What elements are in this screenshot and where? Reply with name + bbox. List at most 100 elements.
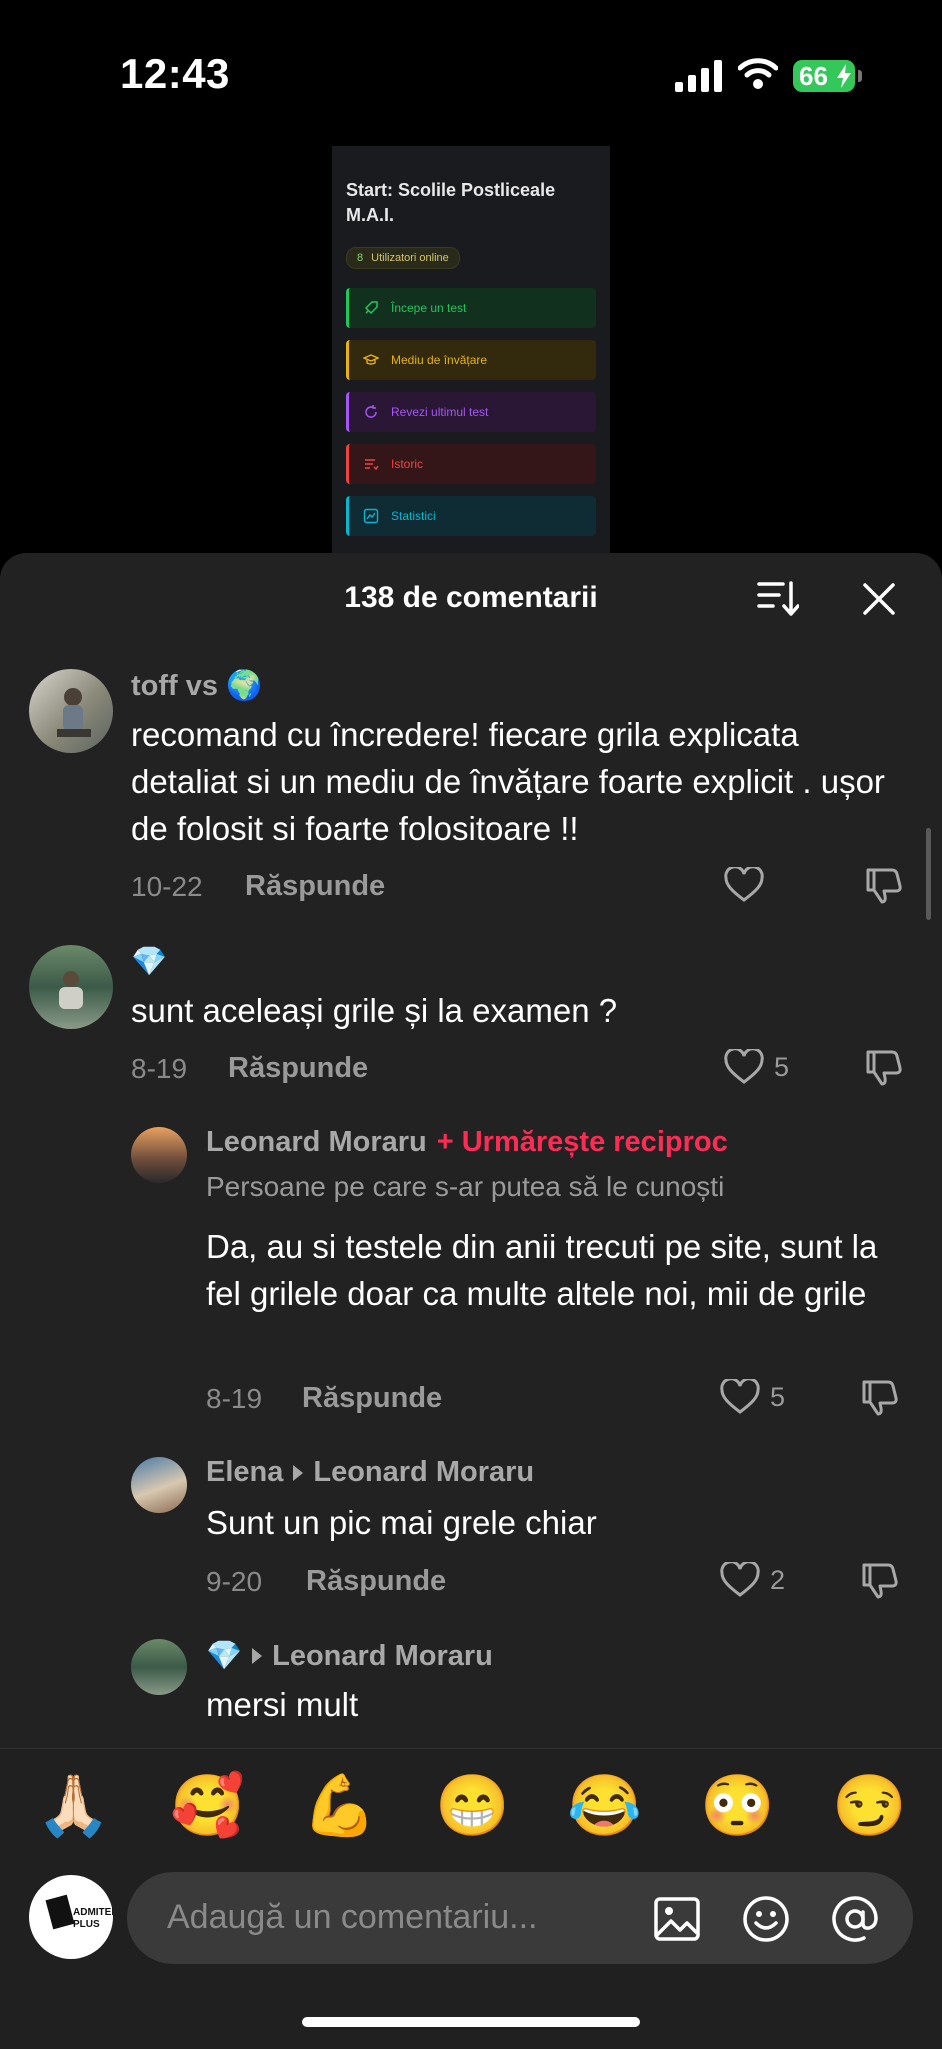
comment-text: recomand cu încredere! fiecare grila exp… xyxy=(131,716,885,847)
sort-icon[interactable] xyxy=(757,580,799,618)
reply-username[interactable]: 💎 xyxy=(206,1639,242,1673)
like-button[interactable]: 5 xyxy=(724,1049,789,1085)
reply-to-username[interactable]: Leonard Moraru xyxy=(272,1640,493,1673)
avatar[interactable] xyxy=(131,1639,187,1695)
reply-date: 9-20 xyxy=(206,1566,263,1597)
preview-item-label: Istoric xyxy=(391,457,424,471)
reply-username-row: Elena Leonard Moraru xyxy=(206,1456,534,1489)
reply-text: mersi mult xyxy=(206,1686,359,1723)
follow-back-button[interactable]: + Urmărește reciproc xyxy=(437,1126,728,1159)
like-count: 2 xyxy=(770,1564,786,1595)
home-indicator[interactable] xyxy=(302,2017,640,2027)
preview-item-label: Mediu de învățare xyxy=(391,353,488,367)
comment-input-placeholder: Adaugă un comentariu... xyxy=(167,1898,538,1936)
online-count: 8 xyxy=(357,252,364,264)
emoji-smirking[interactable]: 😏 xyxy=(832,1771,907,1841)
dislike-icon[interactable] xyxy=(860,1378,900,1418)
comment-username[interactable]: toff vs 🌍 xyxy=(131,669,262,703)
person-photo xyxy=(57,688,91,737)
dislike-icon[interactable] xyxy=(860,1561,900,1601)
like-count: 5 xyxy=(770,1381,786,1412)
svg-text:ADMITERE: ADMITERE xyxy=(73,1907,113,1918)
online-label: Utilizatori online xyxy=(371,252,449,264)
sheet-header: 138 de comentarii xyxy=(0,553,942,643)
reply-username-row: 💎 Leonard Moraru xyxy=(206,1639,493,1673)
reply-button[interactable]: Răspunde xyxy=(306,1565,446,1598)
comment-input[interactable]: Adaugă un comentariu... xyxy=(127,1872,913,1964)
graduation-cap-icon xyxy=(363,354,379,365)
list-icon xyxy=(365,459,379,471)
preview-item-label: Revezi ultimul test xyxy=(391,405,489,419)
status-bar: 12:43 66 xyxy=(0,0,942,150)
like-button[interactable]: 5 xyxy=(720,1379,785,1415)
battery-cap xyxy=(858,70,862,82)
reply-to-username[interactable]: Leonard Moraru xyxy=(313,1456,534,1489)
status-time: 12:43 xyxy=(120,50,230,97)
charging-bolt-icon xyxy=(837,64,851,88)
reply-arrow-icon xyxy=(293,1464,304,1481)
cellular-signal-icon xyxy=(675,60,722,92)
reply-username-row: Leonard Moraru + Urmărește reciproc xyxy=(206,1126,728,1159)
emoji-tears-of-joy[interactable]: 😂 xyxy=(567,1771,642,1841)
heart-icon xyxy=(720,1562,760,1597)
emoji-picker-icon[interactable] xyxy=(742,1895,790,1943)
preview-item-stats: Statistici xyxy=(346,496,596,536)
reply-text: Da, au si testele din anii trecuti pe si… xyxy=(206,1228,878,1312)
battery-level: 66 xyxy=(799,60,828,91)
reply-button[interactable]: Răspunde xyxy=(245,870,385,903)
emoji-flexed-biceps[interactable]: 💪 xyxy=(302,1771,377,1841)
reply-text: Sunt un pic mai grele chiar xyxy=(206,1504,597,1541)
video-preview[interactable]: Start: Scolile Postliceale M.A.I. 8 Util… xyxy=(332,146,610,554)
reply-username[interactable]: Elena xyxy=(206,1456,283,1489)
emoji-smiling-hearts[interactable]: 🥰 xyxy=(170,1771,245,1841)
reply-username[interactable]: Leonard Moraru xyxy=(206,1126,427,1159)
suggestion-note: Persoane pe care s-ar putea să le cunoșt… xyxy=(206,1171,725,1202)
close-icon[interactable] xyxy=(862,582,896,616)
preview-item-history: Istoric xyxy=(346,444,596,484)
emoji-praying-hands[interactable]: 🙏🏻 xyxy=(36,1771,111,1841)
like-count: 5 xyxy=(774,1051,790,1082)
image-icon[interactable] xyxy=(654,1897,700,1941)
preview-item-learning: Mediu de învățare xyxy=(346,340,596,380)
refresh-icon xyxy=(365,405,377,418)
preview-item-review: Revezi ultimul test xyxy=(346,392,596,432)
like-button[interactable] xyxy=(724,867,764,903)
my-avatar: ADMITERE PLUS xyxy=(29,1875,126,1959)
reply-button[interactable]: Răspunde xyxy=(302,1382,442,1415)
comment-date: 8-19 xyxy=(131,1053,188,1084)
emoji-flushed[interactable]: 😳 xyxy=(700,1771,775,1841)
preview-title: Start: Scolile Postliceale M.A.I. xyxy=(346,180,556,225)
wifi-icon xyxy=(738,58,778,89)
heart-icon xyxy=(724,1049,764,1084)
reply-arrow-icon xyxy=(252,1648,263,1664)
comment-username[interactable]: 💎 xyxy=(131,945,167,979)
preview-item-label: Începe un test xyxy=(391,301,467,315)
dislike-icon[interactable] xyxy=(864,866,904,906)
svg-text:PLUS: PLUS xyxy=(73,1919,100,1930)
reply-button[interactable]: Răspunde xyxy=(228,1052,368,1085)
avatar[interactable] xyxy=(131,1127,187,1183)
person-photo xyxy=(59,971,83,1009)
avatar[interactable] xyxy=(29,945,113,1029)
dislike-icon[interactable] xyxy=(864,1048,904,1088)
heart-icon xyxy=(724,867,764,902)
comment-text: sunt aceleași grile și la examen ? xyxy=(131,992,618,1029)
preview-item-label: Statistici xyxy=(391,509,436,523)
preview-item-start-test: Începe un test xyxy=(346,288,596,328)
reply-date: 8-19 xyxy=(206,1383,263,1414)
emoji-grinning[interactable]: 😁 xyxy=(435,1771,510,1841)
avatar[interactable] xyxy=(131,1457,187,1513)
online-users-badge: 8 Utilizatori online xyxy=(346,247,460,269)
comments-count-title: 138 de comentarii xyxy=(344,581,598,614)
scrollbar[interactable] xyxy=(926,828,931,920)
comment-date: 10-22 xyxy=(131,871,203,902)
battery-indicator: 66 xyxy=(793,60,855,92)
avatar[interactable] xyxy=(29,669,113,753)
admitere-plus-logo: ADMITERE PLUS xyxy=(45,1894,126,1930)
mention-icon[interactable] xyxy=(830,1894,880,1944)
chart-icon xyxy=(363,508,379,524)
like-button[interactable]: 2 xyxy=(720,1562,785,1598)
rocket-icon xyxy=(364,301,378,315)
composer-area: 🙏🏻 🥰 💪 😁 😂 😳 😏 ADMITERE PLUS Adaugă un c… xyxy=(0,1748,942,2049)
heart-icon xyxy=(720,1379,760,1414)
